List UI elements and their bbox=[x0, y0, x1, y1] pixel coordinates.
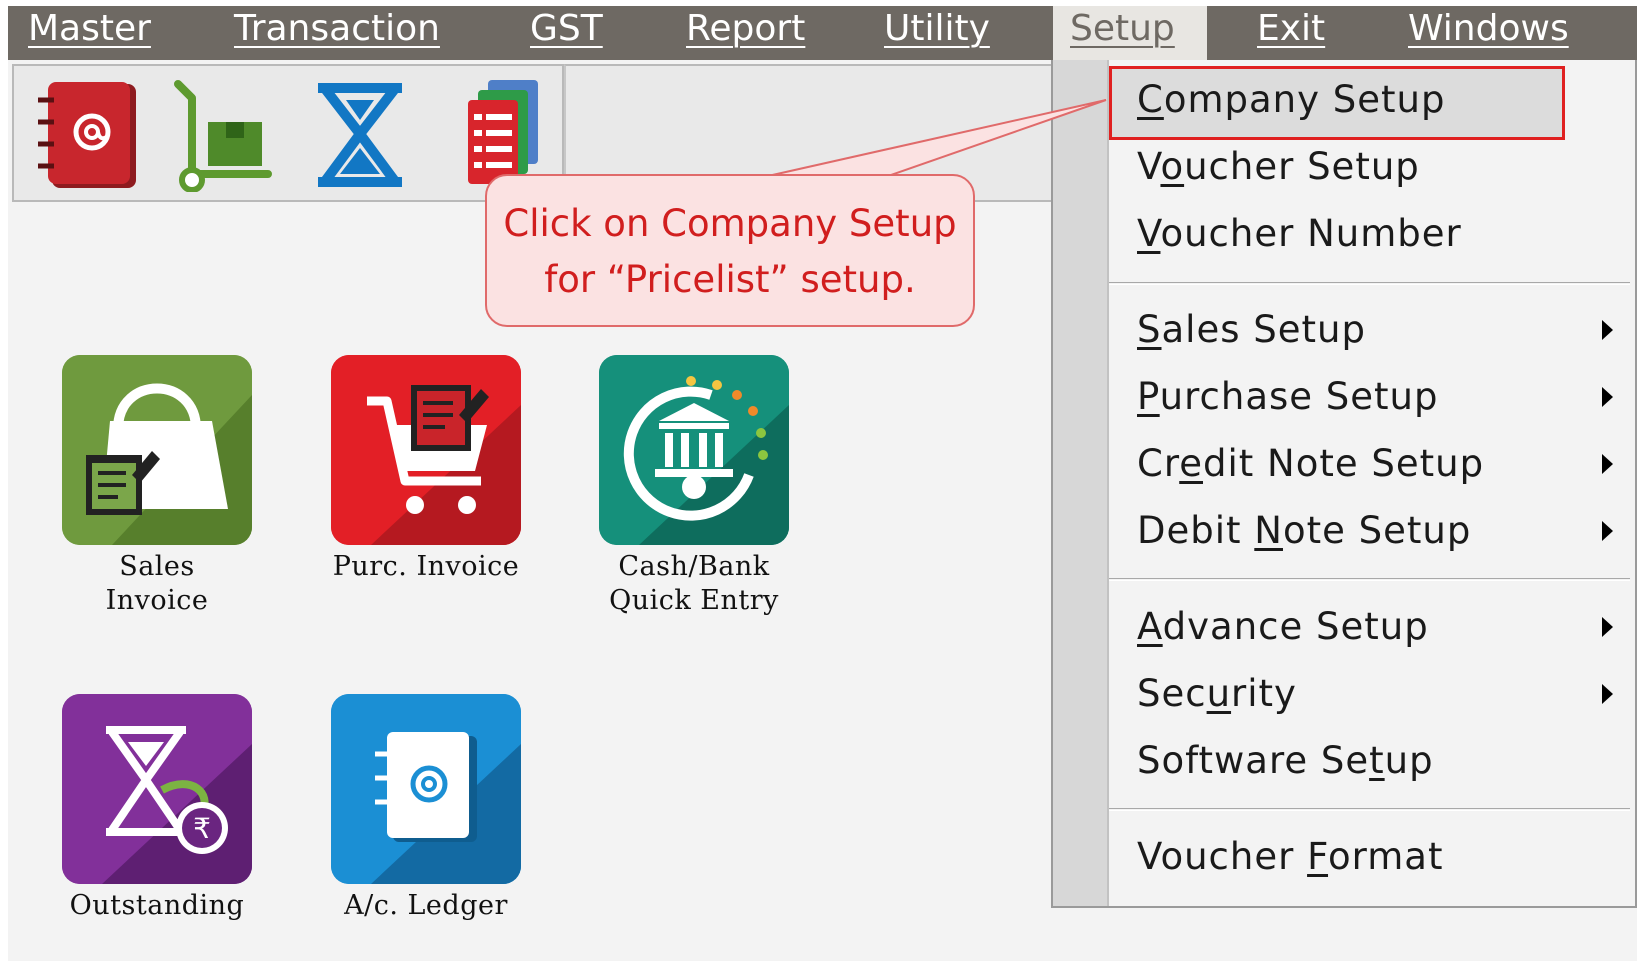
toolbar bbox=[12, 64, 564, 202]
menu-separator bbox=[1109, 808, 1630, 811]
ac-ledger-label: A/c. Ledger bbox=[344, 890, 508, 921]
address-book-icon[interactable] bbox=[34, 78, 144, 192]
menu-report[interactable]: Report bbox=[686, 6, 805, 60]
outstanding-label: Outstanding bbox=[69, 890, 245, 921]
cash-bank-quick-entry-tile[interactable] bbox=[599, 355, 789, 545]
menu-item-label: Voucher Format bbox=[1137, 835, 1444, 878]
menu-item-label: Security bbox=[1137, 672, 1297, 715]
menu-item-label: Voucher Setup bbox=[1137, 145, 1420, 188]
menu-transaction[interactable]: Transaction bbox=[234, 6, 440, 60]
menu-item-advance-setup[interactable]: Advance Setup bbox=[1109, 595, 1631, 661]
app-window: Master Transaction GST Report Utility Se… bbox=[8, 6, 1637, 961]
submenu-arrow-icon bbox=[1602, 684, 1613, 704]
menu-item-label: Company Setup bbox=[1137, 78, 1446, 121]
purc-invoice-label: Purc. Invoice bbox=[332, 551, 520, 582]
sales-invoice-tile[interactable] bbox=[62, 355, 252, 545]
submenu-arrow-icon bbox=[1602, 387, 1613, 407]
menu-item-label: Sales Setup bbox=[1137, 308, 1366, 351]
menu-exit[interactable]: Exit bbox=[1257, 6, 1325, 60]
callout-line-2: for “Pricelist” setup. bbox=[544, 258, 916, 301]
menu-gst[interactable]: GST bbox=[530, 6, 603, 60]
hourglass-rupee-icon[interactable] bbox=[306, 78, 416, 192]
menu-item-security[interactable]: Security bbox=[1109, 662, 1631, 728]
instruction-callout: Click on Company Setup for “Pricelist” s… bbox=[485, 174, 975, 327]
menu-item-debit-note-setup[interactable]: Debit Note Setup bbox=[1109, 499, 1631, 565]
cash-bank-quick-entry-label: Cash/Bank Quick Entry bbox=[609, 551, 779, 616]
menu-item-label: Voucher Number bbox=[1137, 212, 1462, 255]
menu-separator bbox=[1109, 578, 1630, 581]
menu-item-purchase-setup[interactable]: Purchase Setup bbox=[1109, 365, 1631, 431]
submenu-arrow-icon bbox=[1602, 521, 1613, 541]
menu-item-voucher-format[interactable]: Voucher Format bbox=[1109, 825, 1631, 891]
menu-item-label: Credit Note Setup bbox=[1137, 442, 1485, 485]
menu-icon-strip bbox=[1053, 60, 1109, 906]
menu-item-label: Debit Note Setup bbox=[1137, 509, 1472, 552]
menu-item-voucher-number[interactable]: Voucher Number bbox=[1109, 202, 1631, 268]
purc-invoice-tile[interactable] bbox=[331, 355, 521, 545]
menu-item-label: Purchase Setup bbox=[1137, 375, 1439, 418]
menubar: Master Transaction GST Report Utility Se… bbox=[8, 6, 1637, 60]
menu-master[interactable]: Master bbox=[28, 6, 151, 60]
menu-item-credit-note-setup[interactable]: Credit Note Setup bbox=[1109, 432, 1631, 498]
submenu-arrow-icon bbox=[1602, 617, 1613, 637]
trolley-box-icon[interactable] bbox=[168, 78, 278, 193]
outstanding-tile[interactable]: ₹ bbox=[62, 694, 252, 884]
menu-item-company-setup[interactable]: Company Setup bbox=[1109, 68, 1631, 134]
menu-item-sales-setup[interactable]: Sales Setup bbox=[1109, 298, 1631, 364]
submenu-arrow-icon bbox=[1602, 320, 1613, 340]
menu-setup[interactable]: Setup bbox=[1053, 6, 1207, 60]
sales-invoice-label: Sales Invoice bbox=[105, 551, 209, 616]
submenu-arrow-icon bbox=[1602, 454, 1613, 474]
svg-text:₹: ₹ bbox=[193, 812, 211, 845]
menu-item-label: Software Setup bbox=[1137, 739, 1434, 782]
ac-ledger-tile[interactable] bbox=[331, 694, 521, 884]
callout-line-1: Click on Company Setup bbox=[503, 202, 957, 245]
menu-utility[interactable]: Utility bbox=[884, 6, 990, 60]
menu-item-software-setup[interactable]: Software Setup bbox=[1109, 729, 1631, 795]
menu-separator bbox=[1109, 282, 1630, 285]
menu-windows[interactable]: Windows bbox=[1408, 6, 1569, 60]
menu-item-voucher-setup[interactable]: Voucher Setup bbox=[1109, 135, 1631, 201]
menu-item-label: Advance Setup bbox=[1137, 605, 1429, 648]
